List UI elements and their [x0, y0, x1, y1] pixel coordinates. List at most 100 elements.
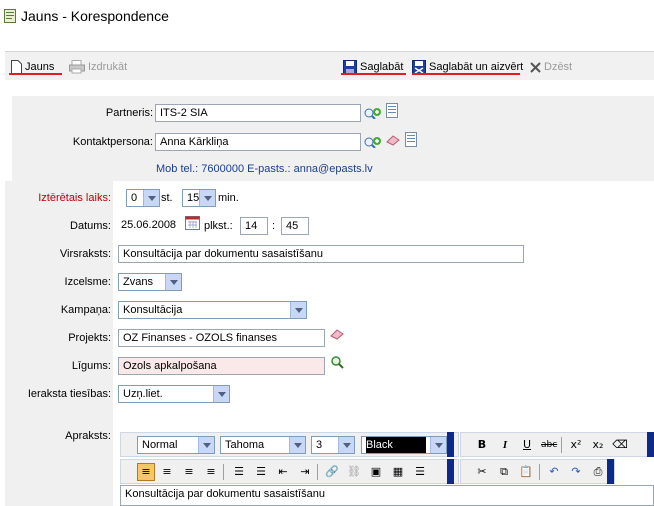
- description-label: Apraksts:: [65, 430, 111, 442]
- paste-icon[interactable]: 📋: [518, 464, 534, 480]
- italic-icon[interactable]: I: [497, 437, 513, 453]
- hours-unit: st.: [161, 192, 173, 204]
- project-label: Projekts:: [68, 332, 111, 344]
- page-title: Jauns - Korespondence: [21, 8, 169, 24]
- size-value: 3: [316, 439, 323, 451]
- heading-field[interactable]: Konsultācija par dokumentu sasaistīšanu: [118, 245, 524, 263]
- separator: [561, 437, 562, 453]
- size-select[interactable]: 3: [311, 436, 355, 454]
- chevron-down-icon: [143, 190, 159, 206]
- style-value: Normal: [142, 439, 178, 451]
- search-icon[interactable]: [330, 355, 344, 369]
- font-value: Tahoma: [225, 439, 265, 451]
- new-document-icon: [11, 60, 22, 74]
- save-button[interactable]: Saglabāt: [343, 60, 403, 74]
- toolbar: Jauns Izdrukāt Saglabāt Saglabāt un aizv…: [5, 51, 654, 80]
- style-select[interactable]: Normal: [137, 436, 215, 454]
- unlink-icon[interactable]: ⛓: [346, 464, 362, 480]
- editor-paragraph-bar: ≡ ≡ ≡ ≡ ☰ ☰ ⇤ ⇥ 🔗 ⛓ ▣ ▦ ☰: [120, 459, 459, 484]
- align-right-icon[interactable]: ≡: [181, 464, 197, 480]
- title-bar: Jauns - Korespondence: [0, 0, 654, 36]
- indent-icon[interactable]: ⇥: [297, 464, 313, 480]
- contact-label: Kontaktpersona:: [72, 136, 153, 148]
- rights-select[interactable]: Uzņ.liet.: [118, 385, 230, 403]
- outdent-icon[interactable]: ⇤: [275, 464, 291, 480]
- calendar-icon[interactable]: [185, 216, 200, 230]
- contract-label: Līgums:: [71, 360, 111, 372]
- strikethrough-icon[interactable]: abc: [541, 437, 557, 453]
- partner-label: Partneris:: [105, 107, 153, 119]
- chevron-down-icon: [198, 437, 214, 453]
- image-icon[interactable]: ▣: [368, 464, 384, 480]
- delete-button[interactable]: Dzēst: [530, 60, 572, 74]
- chevron-down-icon: [199, 190, 215, 206]
- font-select[interactable]: Tahoma: [220, 436, 306, 454]
- undo-icon[interactable]: ↶: [546, 464, 562, 480]
- project-field[interactable]: OZ Finanses - OZOLS finanses: [118, 329, 325, 347]
- editor-format-bar: Normal Tahoma 3 Black: [120, 432, 459, 457]
- campaign-select[interactable]: Konsultācija: [118, 301, 307, 319]
- print-button-label: Izdrukāt: [88, 61, 128, 73]
- subscript-icon[interactable]: x₂: [590, 437, 606, 453]
- contact-notes-icon[interactable]: [405, 132, 417, 147]
- justify-icon[interactable]: ≡: [203, 464, 219, 480]
- table-icon[interactable]: ▦: [390, 464, 406, 480]
- underline-icon[interactable]: U: [519, 437, 535, 453]
- time-spent-label: Iztērētais laiks:: [38, 192, 111, 204]
- minute-field[interactable]: 45: [281, 217, 309, 235]
- floppy-disk-icon: [343, 60, 357, 74]
- save-button-underline: [341, 73, 406, 75]
- toolbar-grip[interactable]: [447, 432, 454, 457]
- superscript-icon[interactable]: x²: [568, 437, 584, 453]
- align-left-icon[interactable]: ≡: [137, 463, 155, 481]
- toolbar-grip[interactable]: [607, 459, 614, 484]
- contact-field[interactable]: Anna Kārkliņa: [155, 133, 361, 151]
- color-value: Black: [366, 437, 426, 453]
- partner-field[interactable]: ITS-2 SIA: [155, 104, 361, 122]
- heading-label: Virsraksts:: [59, 248, 111, 260]
- search-partner-icon[interactable]: [364, 105, 382, 119]
- chevron-down-icon: [430, 437, 446, 453]
- bulleted-list-icon[interactable]: ☰: [231, 464, 247, 480]
- eraser-format-icon[interactable]: ⌫: [612, 437, 628, 453]
- date-field[interactable]: 25.06.2008: [118, 217, 182, 235]
- document-icon: [4, 9, 16, 23]
- chevron-down-icon: [213, 386, 229, 402]
- separator: [223, 464, 224, 480]
- color-select[interactable]: Black: [361, 436, 447, 454]
- time-colon: :: [272, 220, 276, 232]
- print-button[interactable]: Izdrukāt: [69, 60, 127, 74]
- source-select[interactable]: Zvans: [118, 273, 182, 291]
- search-contact-icon[interactable]: [364, 134, 382, 148]
- eraser-icon[interactable]: [385, 134, 401, 146]
- new-button[interactable]: Jauns: [11, 60, 54, 74]
- editor-style-bar: B I U abc x² x₂ ⌫: [460, 432, 654, 457]
- editor-content[interactable]: Konsultācija par dokumentu sasaistīšanu: [120, 485, 654, 506]
- notes-icon[interactable]: [386, 103, 398, 118]
- time-at-label: plkst.:: [204, 220, 233, 232]
- printer-icon: [69, 60, 85, 74]
- campaign-value: Konsultācija: [123, 304, 183, 316]
- hour-field[interactable]: 14: [240, 217, 268, 235]
- numbered-list-icon[interactable]: ☰: [253, 464, 269, 480]
- link-icon[interactable]: 🔗: [324, 464, 340, 480]
- redo-icon[interactable]: ↷: [568, 464, 584, 480]
- contract-field[interactable]: Ozols apkalpošana: [118, 357, 325, 375]
- chevron-down-icon: [165, 274, 181, 290]
- chevron-down-icon: [289, 437, 305, 453]
- copy-icon[interactable]: ⧉: [496, 464, 512, 480]
- align-center-icon[interactable]: ≡: [159, 464, 175, 480]
- delete-button-label: Dzēst: [544, 61, 573, 73]
- minutes-value: 15: [187, 192, 200, 204]
- hours-select[interactable]: 0: [126, 189, 160, 207]
- save-and-close-button[interactable]: Saglabāt un aizvērt: [412, 60, 523, 74]
- project-eraser-icon[interactable]: [329, 328, 345, 340]
- bold-icon[interactable]: B: [474, 437, 490, 453]
- toolbar-grip[interactable]: [647, 432, 654, 457]
- print-icon[interactable]: ⎙: [590, 464, 606, 480]
- horizontal-rule-icon[interactable]: ☰: [412, 464, 428, 480]
- minutes-select[interactable]: 15: [182, 189, 216, 207]
- toolbar-grip[interactable]: [447, 459, 454, 484]
- cut-icon[interactable]: ✂: [474, 464, 490, 480]
- source-label: Izcelsme:: [64, 276, 111, 288]
